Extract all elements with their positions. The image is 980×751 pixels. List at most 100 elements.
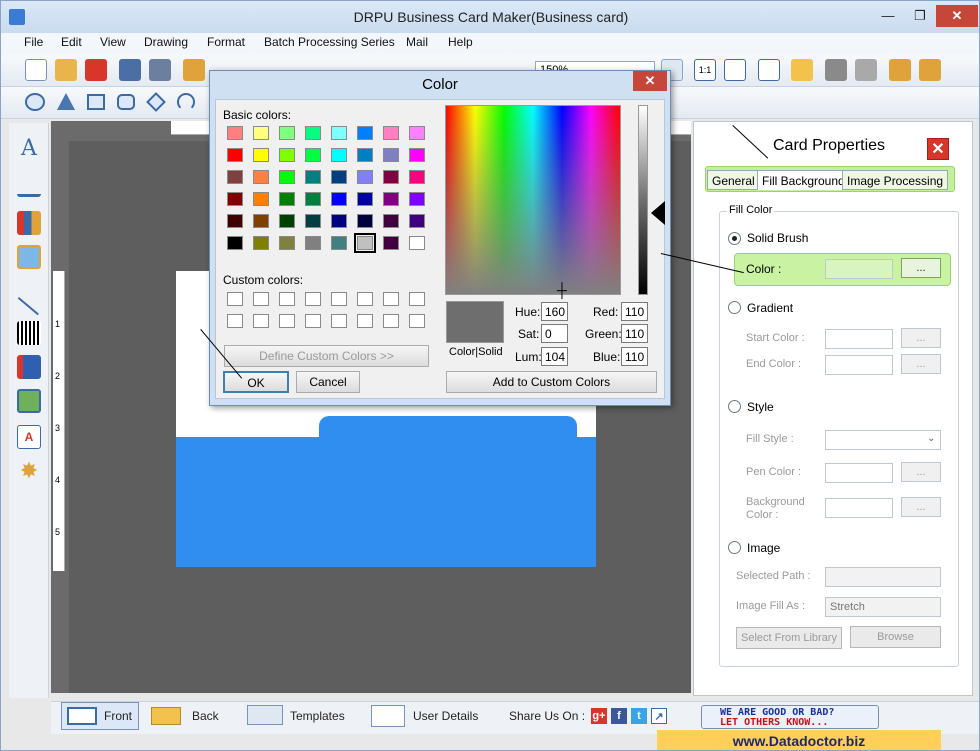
triangle-tool-icon[interactable] [57, 93, 75, 110]
basic-color-swatch[interactable] [227, 214, 243, 228]
image-tool-icon[interactable] [17, 245, 41, 269]
basic-color-swatch[interactable] [227, 170, 243, 184]
menu-batch-processing[interactable]: Batch Processing Series [264, 35, 395, 49]
image-fill-as-select[interactable]: Stretch [825, 597, 941, 617]
basic-color-swatch[interactable] [253, 148, 269, 162]
back-card-icon[interactable] [151, 707, 181, 725]
twitter-icon[interactable]: t [631, 708, 647, 724]
basic-color-swatch[interactable] [227, 148, 243, 162]
custom-color-swatch[interactable] [409, 292, 425, 306]
basic-color-swatch[interactable] [409, 192, 425, 206]
minimize-button[interactable]: — [874, 5, 902, 27]
actual-size-icon[interactable]: 1:1 [694, 59, 716, 81]
custom-color-swatch[interactable] [279, 314, 295, 328]
custom-color-swatch[interactable] [305, 292, 321, 306]
basic-color-swatch[interactable] [357, 214, 373, 228]
basic-color-swatch[interactable] [409, 126, 425, 140]
close-file-icon[interactable] [85, 59, 107, 81]
basic-color-swatch[interactable] [227, 236, 243, 250]
text-tool-icon[interactable]: A [17, 137, 41, 161]
color-spectrum[interactable] [445, 105, 621, 295]
share-icon[interactable]: ↗ [651, 708, 667, 724]
menu-view[interactable]: View [100, 35, 126, 49]
shapes-library-icon[interactable] [17, 355, 41, 379]
style-radio[interactable] [728, 400, 741, 413]
save-icon[interactable] [119, 59, 141, 81]
basic-color-swatch[interactable] [253, 236, 269, 250]
basic-color-swatch[interactable] [409, 214, 425, 228]
rounded-rect-tool-icon[interactable] [117, 94, 135, 110]
basic-color-swatch[interactable] [357, 148, 373, 162]
blue-input[interactable]: 110 [621, 347, 648, 366]
basic-color-swatch[interactable] [409, 148, 425, 162]
basic-color-swatch[interactable] [279, 148, 295, 162]
basic-color-swatch[interactable] [227, 192, 243, 206]
luminance-arrow-icon[interactable] [651, 201, 665, 225]
fill-style-select[interactable] [825, 430, 941, 450]
custom-color-swatch[interactable] [357, 314, 373, 328]
start-color-browse[interactable]: ... [901, 328, 941, 348]
basic-color-swatch[interactable] [331, 148, 347, 162]
new-file-icon[interactable] [25, 59, 47, 81]
user-details-label[interactable]: User Details [413, 709, 478, 723]
open-folder-icon[interactable] [55, 59, 77, 81]
lum-input[interactable]: 104 [541, 347, 568, 366]
send-back-icon[interactable] [855, 59, 877, 81]
user-details-icon[interactable] [371, 705, 405, 727]
green-input[interactable]: 110 [621, 324, 648, 343]
image-radio[interactable] [728, 541, 741, 554]
menu-file[interactable]: File [24, 35, 43, 49]
export-icon[interactable] [183, 59, 205, 81]
facebook-icon[interactable]: f [611, 708, 627, 724]
pen-tool-icon[interactable] [17, 173, 41, 197]
menu-drawing[interactable]: Drawing [144, 35, 188, 49]
templates-icon[interactable] [247, 705, 283, 725]
basic-color-swatch[interactable] [279, 170, 295, 184]
basic-color-swatch[interactable] [331, 214, 347, 228]
picture-icon[interactable] [17, 389, 41, 413]
custom-color-swatch[interactable] [383, 292, 399, 306]
basic-color-swatch[interactable] [354, 233, 376, 253]
basic-color-swatch[interactable] [253, 214, 269, 228]
rectangle-tool-icon[interactable] [87, 94, 105, 110]
lock-icon[interactable] [889, 59, 911, 81]
end-color-browse[interactable]: ... [901, 354, 941, 374]
basic-color-swatch[interactable] [253, 170, 269, 184]
tab-image-processing[interactable]: Image Processing [842, 170, 949, 190]
templates-label[interactable]: Templates [290, 709, 345, 723]
custom-color-swatch[interactable] [383, 314, 399, 328]
panel-close-icon[interactable]: ✕ [927, 138, 949, 160]
basic-color-swatch[interactable] [253, 126, 269, 140]
custom-color-swatch[interactable] [331, 292, 347, 306]
card-blue-tab-shape[interactable] [319, 416, 577, 456]
basic-color-swatch[interactable] [409, 170, 425, 184]
unlock-icon[interactable] [919, 59, 941, 81]
custom-color-swatch[interactable] [253, 292, 269, 306]
custom-color-swatch[interactable] [279, 292, 295, 306]
basic-color-swatch[interactable] [409, 236, 425, 250]
custom-color-swatch[interactable] [227, 292, 243, 306]
menu-edit[interactable]: Edit [61, 35, 82, 49]
cancel-button[interactable]: Cancel [296, 371, 360, 393]
fit-page-icon[interactable] [724, 59, 746, 81]
custom-color-swatch[interactable] [357, 292, 373, 306]
basic-color-swatch[interactable] [331, 236, 347, 250]
custom-color-swatch[interactable] [253, 314, 269, 328]
restore-button[interactable]: ❐ [906, 5, 934, 27]
close-window-button[interactable]: ✕ [936, 5, 978, 27]
add-to-custom-colors-button[interactable]: Add to Custom Colors [446, 371, 657, 393]
basic-color-swatch[interactable] [383, 170, 399, 184]
email-icon[interactable] [791, 59, 813, 81]
custom-color-swatch[interactable] [331, 314, 347, 328]
custom-color-swatch[interactable] [305, 314, 321, 328]
feedback-button[interactable]: WE ARE GOOD OR BAD? LET OTHERS KNOW... [701, 705, 879, 729]
library-icon[interactable] [17, 211, 41, 235]
solid-brush-radio[interactable] [728, 232, 741, 245]
basic-color-swatch[interactable] [305, 126, 321, 140]
basic-color-swatch[interactable] [331, 170, 347, 184]
basic-color-swatch[interactable] [253, 192, 269, 206]
arc-tool-icon[interactable] [177, 93, 195, 111]
basic-color-swatch[interactable] [305, 214, 321, 228]
basic-color-swatch[interactable] [383, 192, 399, 206]
luminance-slider[interactable] [638, 105, 648, 295]
